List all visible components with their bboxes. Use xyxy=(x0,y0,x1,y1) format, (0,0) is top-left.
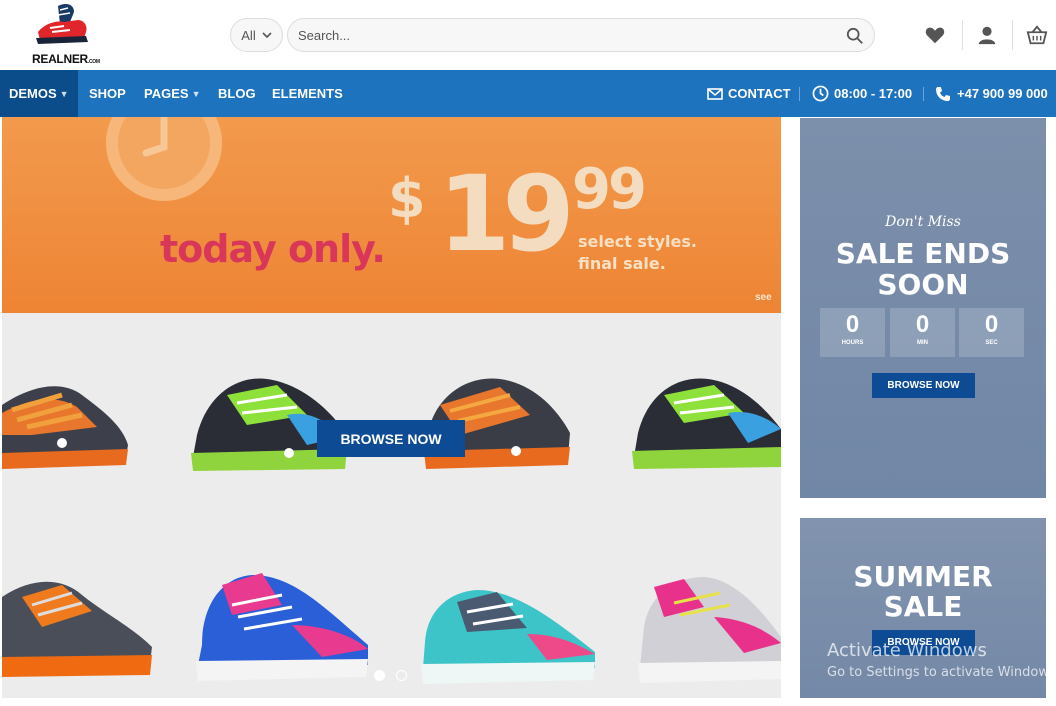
nav-item-label: ELEMENTS xyxy=(272,86,343,101)
nav-hours: 08:00 - 17:00 xyxy=(812,70,912,117)
banner-title-line-1: SUMMER xyxy=(853,560,993,593)
nav-item-demos[interactable]: DEMOS ▼ xyxy=(0,70,78,117)
logo-suffix: .COM xyxy=(87,59,100,65)
nav-item-elements[interactable]: ELEMENTS xyxy=(272,70,343,117)
hours-text: 08:00 - 17:00 xyxy=(834,86,913,101)
site-logo[interactable]: REALNER.COM xyxy=(30,2,100,68)
price-cents: 99 xyxy=(572,157,647,222)
styles-line-2: final sale. xyxy=(578,254,666,273)
chevron-down-icon: ▼ xyxy=(191,88,201,99)
nav-item-label: SHOP xyxy=(89,86,126,101)
sneaker-image xyxy=(632,378,781,469)
countdown-seconds: 0 SEC xyxy=(959,308,1024,357)
slider-dot-active[interactable] xyxy=(374,670,385,681)
sneaker-image xyxy=(421,590,595,684)
category-select-value: All xyxy=(241,27,256,43)
countdown-value: 0 xyxy=(915,311,930,338)
price-dollar: $ xyxy=(388,167,426,230)
countdown-minutes: 0 MIN xyxy=(890,308,955,357)
banner-title-line-2: SALE xyxy=(883,590,963,623)
banner-kicker: Don't Miss xyxy=(885,214,961,230)
banner-browse-now-button[interactable]: BROWSE NOW xyxy=(872,373,975,398)
promo-see-text: see xyxy=(755,292,772,303)
clock-icon xyxy=(812,85,829,102)
search-bar xyxy=(287,18,875,52)
header-divider xyxy=(962,20,963,50)
basket-icon[interactable] xyxy=(1026,24,1048,46)
hero-slider[interactable]: today only. $ 19 99 select styles. final… xyxy=(2,117,781,698)
nav-item-label: PAGES xyxy=(144,86,189,101)
sneaker-image xyxy=(638,577,781,683)
countdown-value: 0 xyxy=(845,311,860,338)
sneaker-image xyxy=(2,581,152,677)
phone-text: +47 900 99 000 xyxy=(957,86,1048,101)
styles-line-1: select styles. xyxy=(578,232,697,251)
category-select[interactable]: All xyxy=(230,18,283,52)
countdown-value: 0 xyxy=(984,311,999,338)
countdown-hours: 0 HOURS xyxy=(820,308,885,357)
countdown-unit: HOURS xyxy=(841,340,864,346)
heart-icon[interactable] xyxy=(924,24,946,46)
nav-item-pages[interactable]: PAGES ▼ xyxy=(144,70,200,117)
price-main: 19 xyxy=(438,153,575,275)
nav-item-blog[interactable]: BLOG xyxy=(218,70,256,117)
search-input[interactable] xyxy=(298,19,838,51)
chevron-down-icon: ▼ xyxy=(59,88,69,99)
header-divider xyxy=(1012,20,1013,50)
activation-watermark-subtitle: Go to Settings to activate Windows. xyxy=(827,665,1056,680)
phone-icon xyxy=(936,86,950,101)
main-nav: DEMOS ▼ SHOP PAGES ▼ BLOG ELEMENTS CONTACT… xyxy=(0,70,1056,117)
activation-watermark-title: Activate Windows xyxy=(827,640,987,661)
envelope-icon xyxy=(707,87,723,100)
banner-title-line-2: SOON xyxy=(877,268,969,301)
nav-contact-link[interactable]: CONTACT xyxy=(707,70,791,117)
countdown-unit: MIN xyxy=(917,340,928,346)
slider-dot[interactable] xyxy=(396,670,407,681)
nav-phone-link[interactable]: +47 900 99 000 xyxy=(935,70,1048,117)
sale-countdown-banner[interactable]: Don't Miss SALE ENDS SOON 0 HOURS 0 MIN … xyxy=(800,118,1046,498)
sneaker-image xyxy=(2,386,128,469)
logo-text: REALNER xyxy=(32,52,88,66)
search-icon[interactable] xyxy=(846,27,864,45)
site-header: REALNER.COM All xyxy=(0,0,1056,70)
contact-label: CONTACT xyxy=(728,86,791,101)
nav-item-label: BLOG xyxy=(218,86,256,101)
nav-item-shop[interactable]: SHOP xyxy=(89,70,126,117)
sneaker-image xyxy=(196,573,368,681)
user-icon[interactable] xyxy=(976,24,998,46)
promo-styles-text: select styles. final sale. xyxy=(578,231,697,275)
clock-icon xyxy=(106,117,222,201)
nav-item-label: DEMOS xyxy=(9,86,57,101)
promo-banner: today only. $ 19 99 select styles. final… xyxy=(2,117,781,313)
browse-now-button[interactable]: BROWSE NOW xyxy=(317,420,465,457)
nav-divider xyxy=(799,87,800,101)
chevron-down-icon xyxy=(262,31,272,38)
banner-title-line-1: SALE ENDS xyxy=(835,237,1011,270)
nav-divider xyxy=(923,87,924,101)
sneaker-logo-icon xyxy=(36,4,88,44)
promo-today-text: today only. xyxy=(160,227,386,271)
countdown-unit: SEC xyxy=(985,340,998,346)
